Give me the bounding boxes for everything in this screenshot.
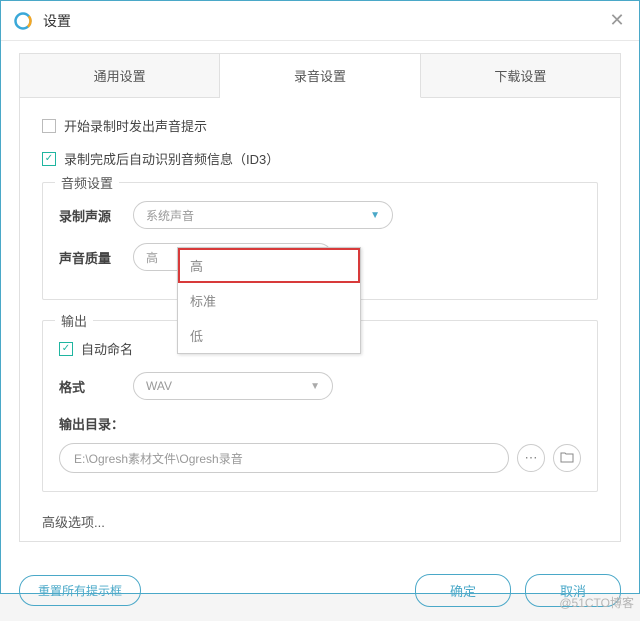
ellipsis-icon: ⋯: [525, 450, 538, 466]
quality-dropdown: 高 标准 低: [177, 247, 361, 354]
sound-prompt-option[interactable]: 开始录制时发出声音提示: [42, 116, 598, 135]
footer: 重置所有提示框 确定 取消: [1, 560, 639, 621]
record-panel: 开始录制时发出声音提示 ✓ 录制完成后自动识别音频信息（ID3） 音频设置 录制…: [20, 98, 620, 541]
open-folder-button[interactable]: [553, 444, 581, 472]
auto-id3-option[interactable]: ✓ 录制完成后自动识别音频信息（ID3）: [42, 149, 598, 168]
tab-record[interactable]: 录音设置: [220, 54, 420, 98]
content-area: 通用设置 录音设置 下载设置 开始录制时发出声音提示 ✓ 录制完成后自动识别音频…: [1, 53, 639, 560]
auto-id3-label: 录制完成后自动识别音频信息（ID3）: [64, 149, 279, 168]
dir-label: 输出目录：: [59, 414, 124, 433]
source-value: 系统声音: [146, 207, 194, 224]
sound-prompt-label: 开始录制时发出声音提示: [64, 116, 207, 135]
tabs-bar: 通用设置 录音设置 下载设置: [20, 54, 620, 98]
source-label: 录制声源: [59, 206, 133, 225]
output-legend: 输出: [55, 311, 93, 330]
source-select[interactable]: 系统声音 ▼: [133, 201, 393, 229]
tab-download[interactable]: 下载设置: [421, 54, 620, 97]
titlebar: 设置 ✕: [1, 1, 639, 41]
chevron-down-icon: ▼: [310, 381, 320, 392]
audio-legend: 音频设置: [55, 173, 119, 192]
output-dir-value: E:\Ogresh素材文件\Ogresh录音: [74, 450, 243, 467]
settings-window: 设置 ✕ 通用设置 录音设置 下载设置 开始录制时发出声音提示 ✓ 录制完成后自…: [0, 0, 640, 594]
browse-button[interactable]: ⋯: [517, 444, 545, 472]
watermark: @51CTO博客: [559, 594, 634, 611]
quality-option-high[interactable]: 高: [178, 248, 360, 283]
quality-option-standard[interactable]: 标准: [178, 283, 360, 318]
reset-button[interactable]: 重置所有提示框: [19, 575, 141, 606]
settings-card: 通用设置 录音设置 下载设置 开始录制时发出声音提示 ✓ 录制完成后自动识别音频…: [19, 53, 621, 542]
audio-fieldset: 音频设置 录制声源 系统声音 ▼ 声音质量 高 ▼: [42, 182, 598, 300]
advanced-options-link[interactable]: 高级选项...: [42, 512, 598, 531]
close-icon[interactable]: ✕: [607, 11, 627, 31]
tab-general[interactable]: 通用设置: [20, 54, 220, 97]
folder-icon: [560, 451, 574, 466]
format-select[interactable]: WAV ▼: [133, 372, 333, 400]
checkbox-icon: [42, 119, 56, 133]
quality-value: 高: [146, 249, 158, 266]
quality-option-low[interactable]: 低: [178, 318, 360, 353]
format-value: WAV: [146, 379, 172, 393]
quality-label: 声音质量: [59, 248, 133, 267]
auto-name-label: 自动命名: [81, 339, 133, 358]
output-dir-input[interactable]: E:\Ogresh素材文件\Ogresh录音: [59, 443, 509, 473]
window-title: 设置: [43, 11, 607, 31]
ok-button[interactable]: 确定: [415, 574, 511, 607]
chevron-down-icon: ▼: [370, 210, 380, 221]
format-label: 格式: [59, 377, 133, 396]
app-logo-icon: [13, 11, 33, 31]
checkbox-checked-icon: ✓: [42, 152, 56, 166]
checkbox-checked-icon: ✓: [59, 342, 73, 356]
